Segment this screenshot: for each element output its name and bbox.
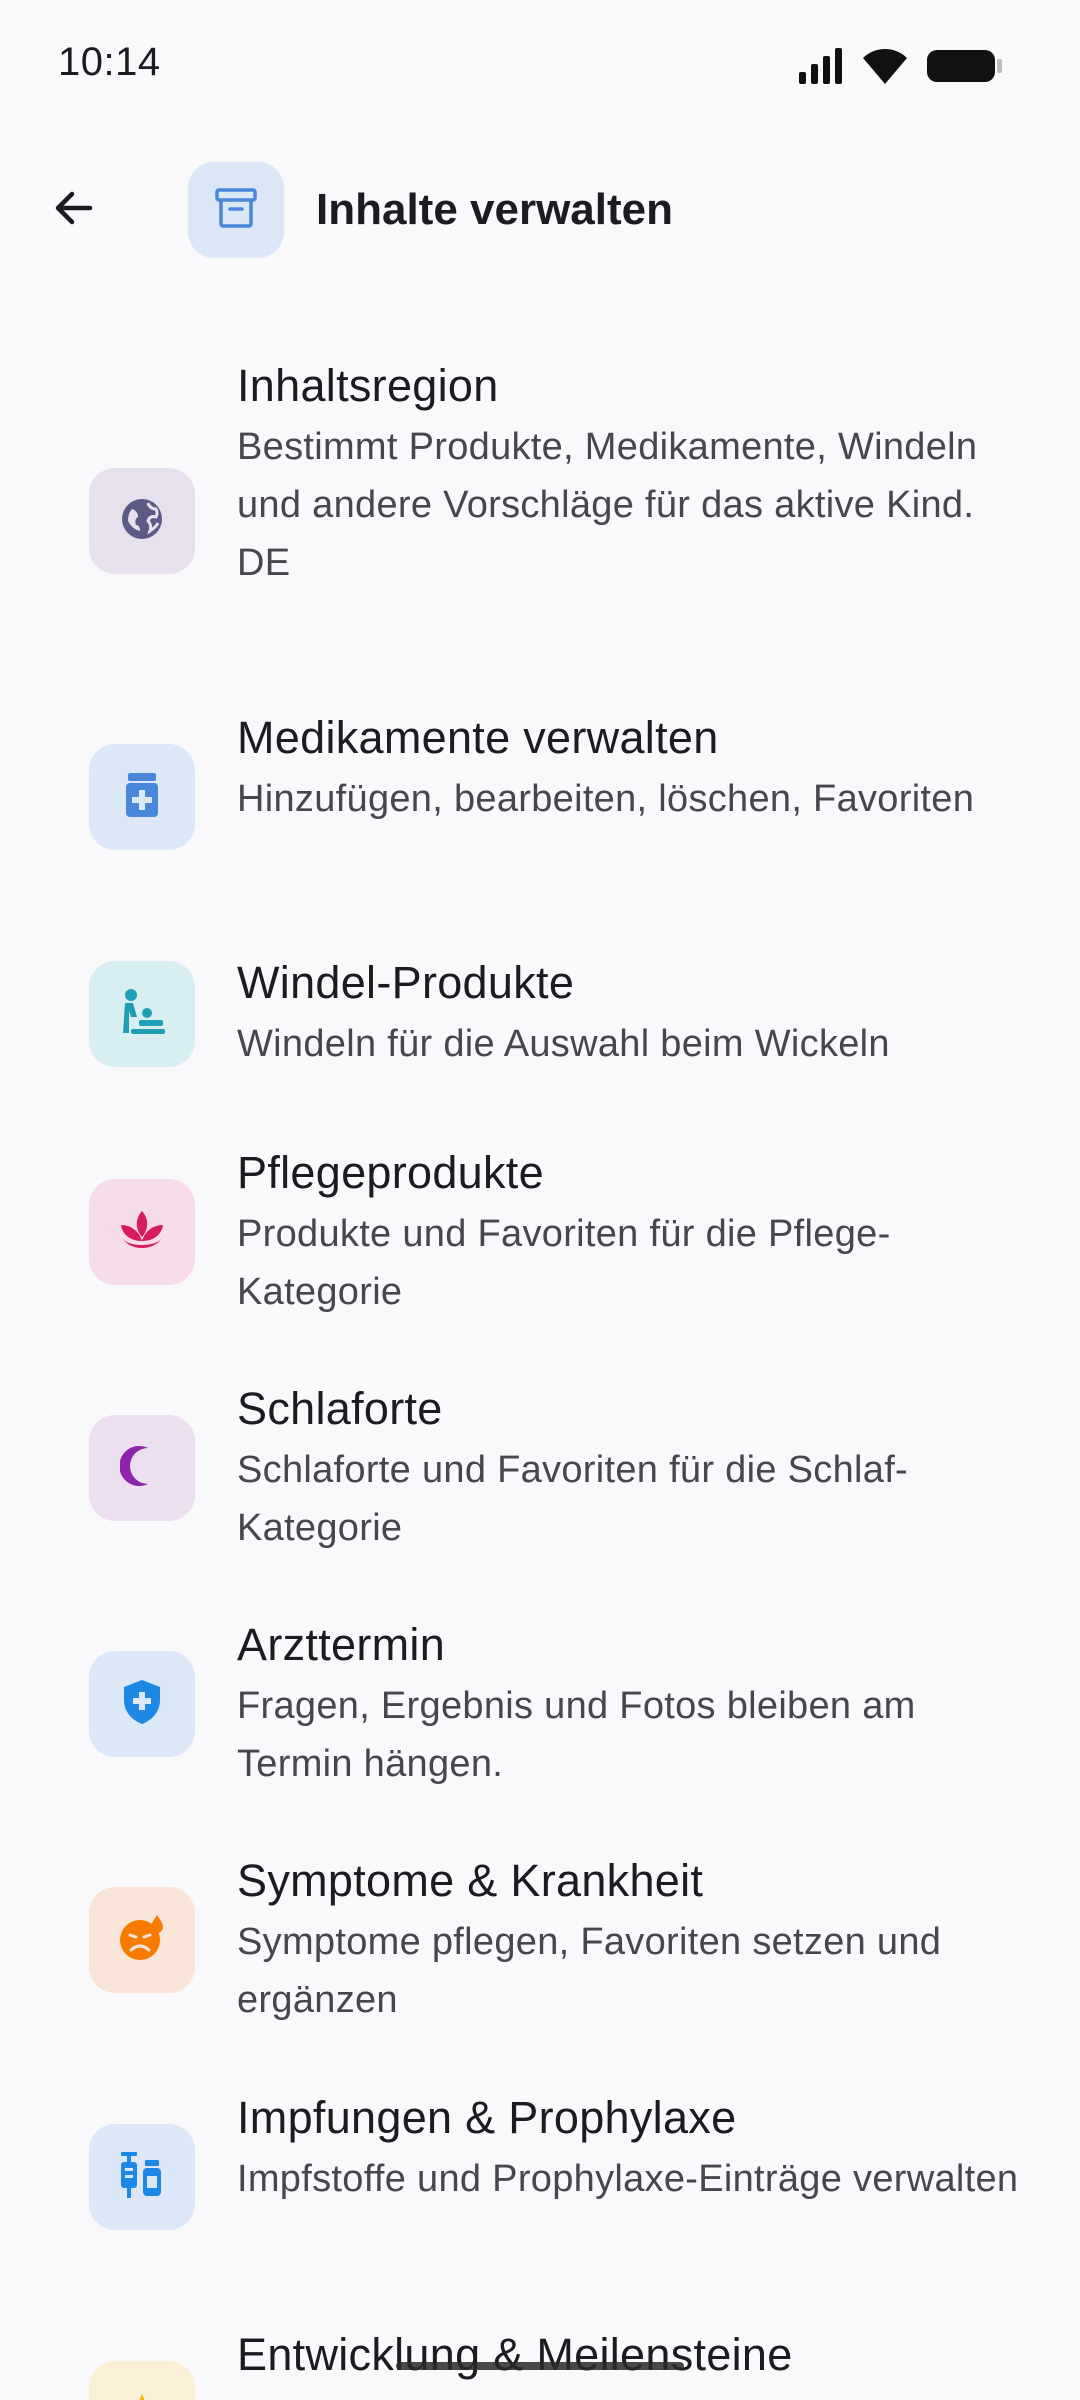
item-icon-box: [89, 744, 195, 850]
battery-icon: [925, 46, 1005, 91]
archive-icon: [213, 185, 259, 236]
list-item-windel-produkte[interactable]: Windel-Produkte Windeln für die Auswahl …: [0, 955, 1080, 1085]
item-subtitle: Produkte und Favoriten für die Pflege-Ka…: [237, 1213, 891, 1313]
list-item-medikamente[interactable]: Medikamente verwalten Hinzufügen, bearbe…: [0, 710, 1080, 890]
item-icon-box: [89, 2361, 195, 2400]
item-icon-box: [89, 2124, 195, 2230]
milestone-icon: [120, 2390, 164, 2400]
item-icon-box: [89, 1651, 195, 1757]
medication-icon: [120, 771, 164, 824]
item-subtitle: Symptome pflegen, Favoriten setzen und e…: [237, 1921, 942, 2021]
item-title: Medikamente verwalten: [237, 712, 719, 763]
item-subtitle: Schlaforte und Favoriten für die Schlaf-…: [237, 1449, 909, 1549]
back-button[interactable]: [36, 172, 112, 248]
item-subtitle: Bestimmt Produkte, Medikamente, Windeln …: [237, 426, 978, 526]
status-icons: [797, 46, 1005, 91]
moon-icon: [119, 1444, 164, 1493]
item-title: Inhaltsregion: [237, 360, 499, 411]
item-title: Schlaforte: [237, 1383, 443, 1434]
item-title: Symptome & Krankheit: [237, 1855, 704, 1906]
list-item-pflegeprodukte[interactable]: Pflegeprodukte Produkte und Favoriten fü…: [0, 1145, 1080, 1325]
list-item-schlaforte[interactable]: Schlaforte Schlaforte und Favoriten für …: [0, 1381, 1080, 1561]
item-icon-box: [89, 1415, 195, 1521]
list-item-symptome[interactable]: Symptome & Krankheit Symptome pflegen, F…: [0, 1853, 1080, 2033]
item-title: Impfungen & Prophylaxe: [237, 2092, 737, 2143]
list-item-arzttermin[interactable]: Arzttermin Fragen, Ergebnis und Fotos bl…: [0, 1617, 1080, 1797]
item-value: DE: [237, 542, 291, 584]
wifi-icon: [861, 46, 909, 91]
status-bar: 10:14: [0, 0, 1080, 135]
item-icon-box: [89, 1887, 195, 1993]
app-bar: Inhalte verwalten: [0, 150, 1080, 270]
signal-icon: [797, 46, 845, 91]
baby-changing-icon: [117, 987, 167, 1042]
item-title: Windel-Produkte: [237, 957, 575, 1008]
vaccine-icon: [117, 2150, 167, 2205]
status-time: 10:14: [58, 40, 161, 84]
item-icon-box: [89, 961, 195, 1067]
arrow-back-icon: [50, 184, 98, 237]
item-icon-box: [89, 1179, 195, 1285]
globe-icon: [118, 495, 166, 548]
home-indicator[interactable]: [396, 2362, 684, 2370]
item-title: Arzttermin: [237, 1619, 446, 1670]
item-subtitle: Windeln für die Auswahl beim Wickeln: [237, 1023, 890, 1065]
item-subtitle: Fragen, Ergebnis und Fotos bleiben am Te…: [237, 1685, 916, 1785]
item-title: Pflegeprodukte: [237, 1147, 544, 1198]
page-title: Inhalte verwalten: [316, 185, 674, 234]
list-item-inhaltsregion[interactable]: Inhaltsregion Bestimmt Produkte, Medikam…: [0, 358, 1080, 678]
title-icon-box: [188, 162, 284, 258]
item-subtitle: Hinzufügen, bearbeiten, löschen, Favorit…: [237, 778, 975, 820]
item-icon-box: [89, 468, 195, 574]
spa-icon: [117, 1207, 167, 1258]
item-title: Entwicklung & Meilensteine: [237, 2329, 793, 2380]
list-item-impfungen[interactable]: Impfungen & Prophylaxe Impfstoffe und Pr…: [0, 2090, 1080, 2270]
shield-plus-icon: [120, 1678, 164, 1731]
item-subtitle: Impfstoffe und Prophylaxe-Einträge verwa…: [237, 2158, 1019, 2200]
sick-face-icon: [117, 1913, 167, 1968]
